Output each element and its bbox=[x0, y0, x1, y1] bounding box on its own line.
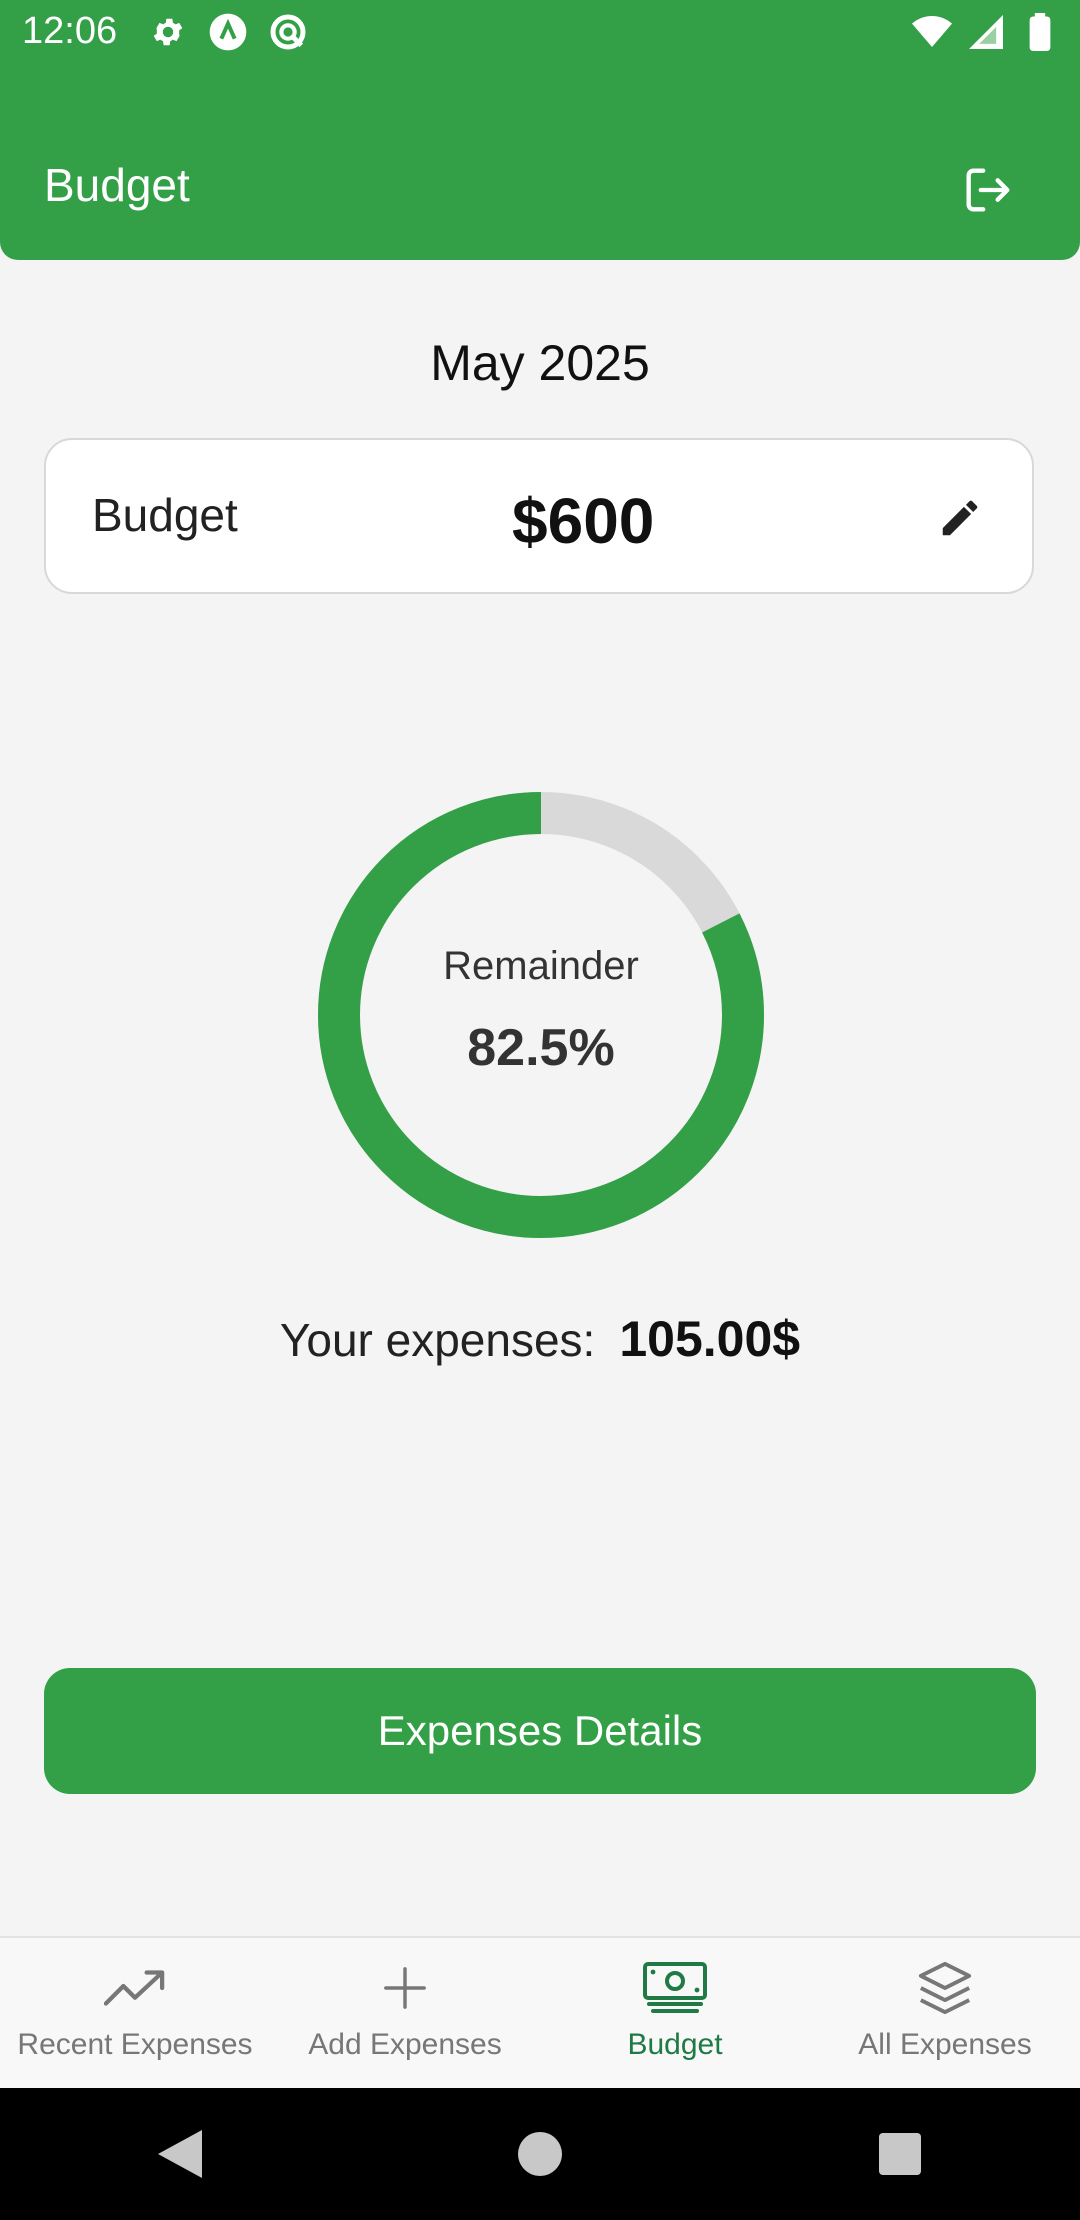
plus-icon bbox=[370, 1958, 440, 2018]
back-button[interactable] bbox=[135, 2109, 225, 2199]
wifi-icon bbox=[912, 12, 952, 52]
system-navigation-bar bbox=[0, 2088, 1080, 2220]
home-button[interactable] bbox=[495, 2109, 585, 2199]
nav-item-all-expenses[interactable]: All Expenses bbox=[810, 1938, 1080, 2088]
remainder-donut-chart bbox=[318, 792, 764, 1238]
edit-budget-button[interactable] bbox=[932, 490, 988, 546]
expenses-summary: Your expenses: 105.00$ bbox=[0, 1310, 1080, 1368]
nav-item-recent-expenses[interactable]: Recent Expenses bbox=[0, 1938, 270, 2088]
donut-label: Remainder bbox=[443, 944, 639, 988]
nav-item-budget[interactable]: Budget bbox=[540, 1938, 810, 2088]
nav-label: Add Expenses bbox=[308, 2028, 502, 2061]
budget-screen: 12:06 Budget May 2025 Budget $600 Remain… bbox=[0, 0, 1080, 2220]
money-icon bbox=[640, 1958, 710, 2018]
expenses-details-button[interactable]: Expenses Details bbox=[44, 1668, 1036, 1794]
expenses-value: 105.00$ bbox=[619, 1311, 801, 1367]
recents-square-icon bbox=[879, 2133, 921, 2175]
status-icons-right bbox=[912, 12, 1060, 52]
recents-button[interactable] bbox=[855, 2109, 945, 2199]
signal-icon bbox=[966, 12, 1006, 52]
nav-label: Budget bbox=[627, 2028, 723, 2061]
nav-label: Recent Expenses bbox=[17, 2028, 253, 2061]
sync-notification-icon bbox=[268, 12, 308, 52]
budget-label: Budget bbox=[92, 489, 238, 541]
trending-up-icon bbox=[100, 1958, 170, 2018]
status-time: 12:06 bbox=[22, 10, 118, 52]
page-title: Budget bbox=[44, 159, 190, 211]
nav-item-add-expenses[interactable]: Add Expenses bbox=[270, 1938, 540, 2088]
logout-button[interactable] bbox=[956, 158, 1020, 222]
budget-amount: $600 bbox=[512, 485, 655, 557]
settings-icon bbox=[148, 12, 188, 52]
expenses-label: Your expenses: bbox=[279, 1314, 596, 1366]
layers-icon bbox=[910, 1958, 980, 2018]
logout-icon bbox=[966, 168, 1010, 212]
battery-icon bbox=[1020, 12, 1060, 52]
bottom-navigation: Recent Expenses Add Expenses Budget All … bbox=[0, 1936, 1080, 2088]
nav-label: All Expenses bbox=[858, 2028, 1032, 2061]
app-notification-icon bbox=[208, 12, 248, 52]
month-label: May 2025 bbox=[430, 335, 650, 391]
donut-value: 82.5% bbox=[467, 1019, 615, 1077]
pencil-icon bbox=[942, 500, 978, 536]
home-circle-icon bbox=[518, 2132, 562, 2176]
status-icons-left bbox=[148, 12, 308, 52]
budget-card: Budget $600 bbox=[44, 438, 1034, 594]
back-triangle-icon bbox=[158, 2130, 202, 2178]
app-header: 12:06 Budget bbox=[0, 0, 1080, 260]
